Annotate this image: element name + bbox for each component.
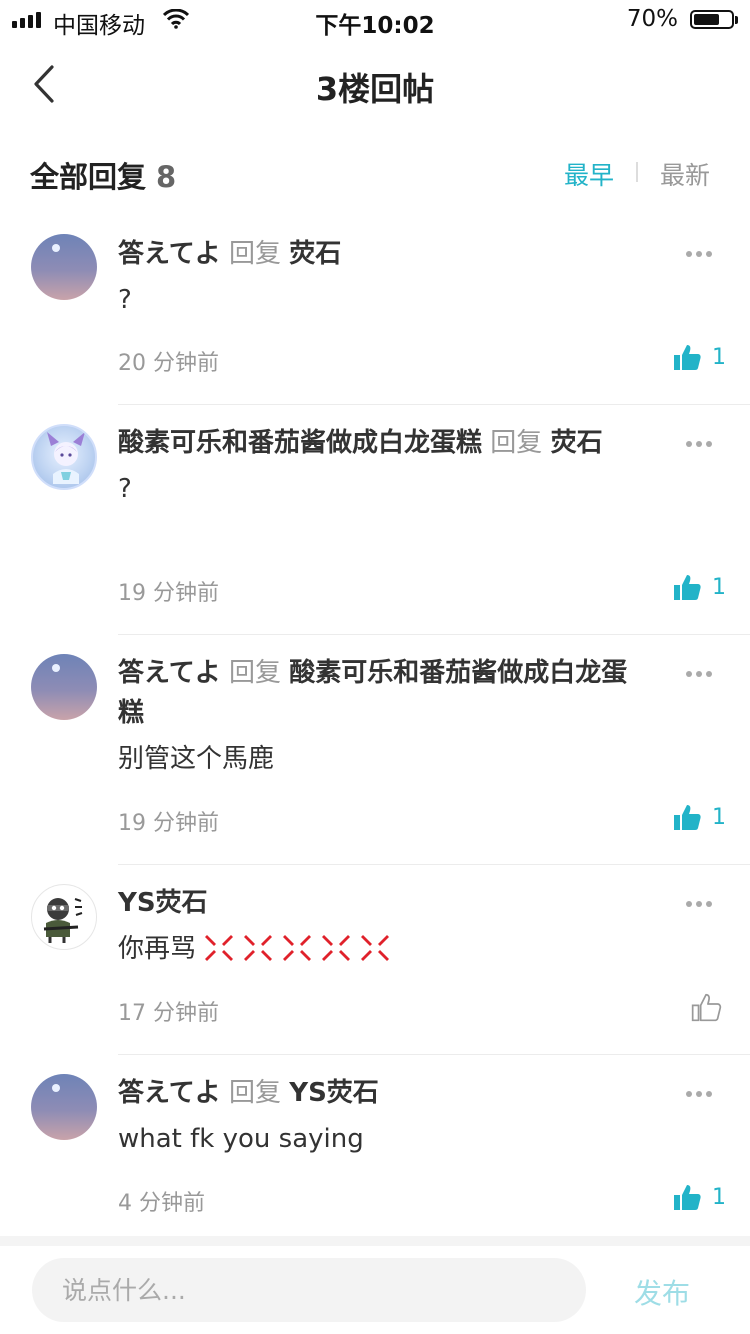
like-count: 1	[712, 1184, 726, 1210]
avatar-image	[43, 898, 83, 943]
reply-target[interactable]: 荧石	[289, 239, 341, 269]
anger-symbol-icon	[283, 935, 312, 961]
anger-symbol-icon	[244, 935, 273, 961]
avatar[interactable]	[31, 1074, 97, 1140]
thumbs-up-icon	[674, 1185, 701, 1210]
comment-body: 答えてよ 回复 酸素可乐和番茄酱做成白龙蛋糕 别管这个馬鹿	[118, 653, 628, 779]
reply-target[interactable]: 荧石	[551, 428, 603, 458]
replies-title: 全部回复 8	[30, 154, 176, 196]
username[interactable]: 答えてよ	[118, 658, 221, 688]
like-button[interactable]: 1	[672, 572, 726, 602]
comment-item: 答えてよ 回复 酸素可乐和番茄酱做成白龙蛋糕 别管这个馬鹿 19 分钟前 1	[0, 650, 750, 865]
like-button[interactable]: 1	[672, 802, 726, 832]
avatar[interactable]	[31, 654, 97, 720]
battery-nub	[735, 16, 738, 24]
reply-word: 回复	[228, 658, 281, 688]
comment-item: YS荧石 你再骂 17 分钟前	[0, 880, 750, 1055]
replies-title-label: 全部回复	[30, 160, 147, 194]
comment-text: ?	[118, 285, 132, 315]
like-button[interactable]: 1	[672, 1182, 726, 1212]
comment-text: ?	[118, 474, 132, 504]
replies-header: 全部回复 8 最早 最新	[0, 148, 750, 198]
comment-text-content: 你再骂	[118, 934, 197, 964]
comment-header: 答えてよ 回复 酸素可乐和番茄酱做成白龙蛋糕	[118, 653, 628, 733]
comment-divider	[118, 1054, 750, 1055]
comment-body: YS荧石 你再骂	[118, 883, 628, 969]
comment-input[interactable]	[32, 1258, 586, 1322]
comment-time: 19 分钟前	[118, 811, 219, 836]
comment-item: 酸素可乐和番茄酱做成白龙蛋糕 回复 荧石 ? 19 分钟前 1	[0, 420, 750, 635]
comment-text: 别管这个馬鹿	[118, 744, 275, 774]
reply-word: 回复	[228, 239, 281, 269]
like-count: 1	[712, 804, 726, 830]
sort-newest-tab[interactable]: 最新	[660, 156, 710, 192]
username[interactable]: 答えてよ	[118, 1078, 221, 1108]
battery-percent: 70%	[626, 6, 678, 32]
comment-divider	[118, 634, 750, 635]
more-button[interactable]	[686, 901, 712, 907]
anger-symbol-icon	[322, 935, 351, 961]
comment-body: 答えてよ 回复 荧石 ?	[118, 234, 628, 320]
more-button[interactable]	[686, 671, 712, 677]
sort-divider	[636, 162, 638, 182]
comment-header: 答えてよ 回复 荧石	[118, 234, 628, 274]
more-button[interactable]	[686, 1091, 712, 1097]
comment-time: 17 分钟前	[118, 1001, 219, 1026]
like-count: 1	[712, 574, 726, 600]
comment-text: 你再骂	[118, 929, 628, 969]
avatar-image	[47, 432, 85, 484]
username[interactable]: 酸素可乐和番茄酱做成白龙蛋糕	[118, 428, 482, 458]
comment-divider	[118, 404, 750, 405]
thumbs-up-icon	[674, 345, 701, 370]
comment-body: 答えてよ 回复 YS荧石 what fk you saying	[118, 1073, 628, 1159]
avatar[interactable]	[31, 234, 97, 300]
comment-body: 酸素可乐和番茄酱做成白龙蛋糕 回复 荧石 ?	[118, 423, 628, 509]
comment-time: 20 分钟前	[118, 351, 219, 376]
composer-divider	[0, 1236, 750, 1246]
comment-time: 19 分钟前	[118, 581, 219, 606]
reply-word: 回复	[228, 1078, 281, 1108]
like-button[interactable]	[690, 991, 722, 1023]
comment-divider	[118, 864, 750, 865]
comment-header: 酸素可乐和番茄酱做成白龙蛋糕 回复 荧石	[118, 423, 628, 463]
comment-item: 答えてよ 回复 荧石 ? 20 分钟前 1	[0, 230, 750, 405]
replies-count: 8	[156, 160, 177, 194]
avatar[interactable]	[31, 884, 97, 950]
more-button[interactable]	[686, 441, 712, 447]
more-button[interactable]	[686, 251, 712, 257]
avatar[interactable]	[31, 424, 97, 490]
like-count: 1	[712, 344, 726, 370]
like-button[interactable]: 1	[672, 342, 726, 372]
comment-header: 答えてよ 回复 YS荧石	[118, 1073, 628, 1113]
reply-target[interactable]: YS荧石	[289, 1078, 379, 1108]
page-title: 3楼回帖	[315, 70, 435, 108]
sort-earliest-tab[interactable]: 最早	[564, 156, 614, 192]
username[interactable]: YS荧石	[118, 888, 208, 918]
anger-symbol-icon	[205, 935, 234, 961]
thumbs-up-outline-icon	[691, 993, 722, 1022]
comment-header: YS荧石	[118, 883, 628, 923]
thumbs-up-icon	[674, 805, 701, 830]
nav-bar: 3楼回帖	[0, 44, 750, 124]
send-button[interactable]: 发布	[634, 1272, 690, 1312]
username[interactable]: 答えてよ	[118, 239, 221, 269]
comment-text: what fk you saying	[118, 1124, 364, 1154]
comment-time: 4 分钟前	[118, 1191, 205, 1216]
status-bar: 中国移动 下午10:02 70%	[0, 0, 750, 40]
battery-icon	[690, 10, 734, 29]
reply-word: 回复	[490, 428, 543, 458]
comment-item: 答えてよ 回复 YS荧石 what fk you saying 4 分钟前 1	[0, 1070, 750, 1236]
anger-symbol-icon	[361, 935, 390, 961]
thumbs-up-icon	[674, 575, 701, 600]
composer-bar: 发布	[0, 1246, 750, 1334]
